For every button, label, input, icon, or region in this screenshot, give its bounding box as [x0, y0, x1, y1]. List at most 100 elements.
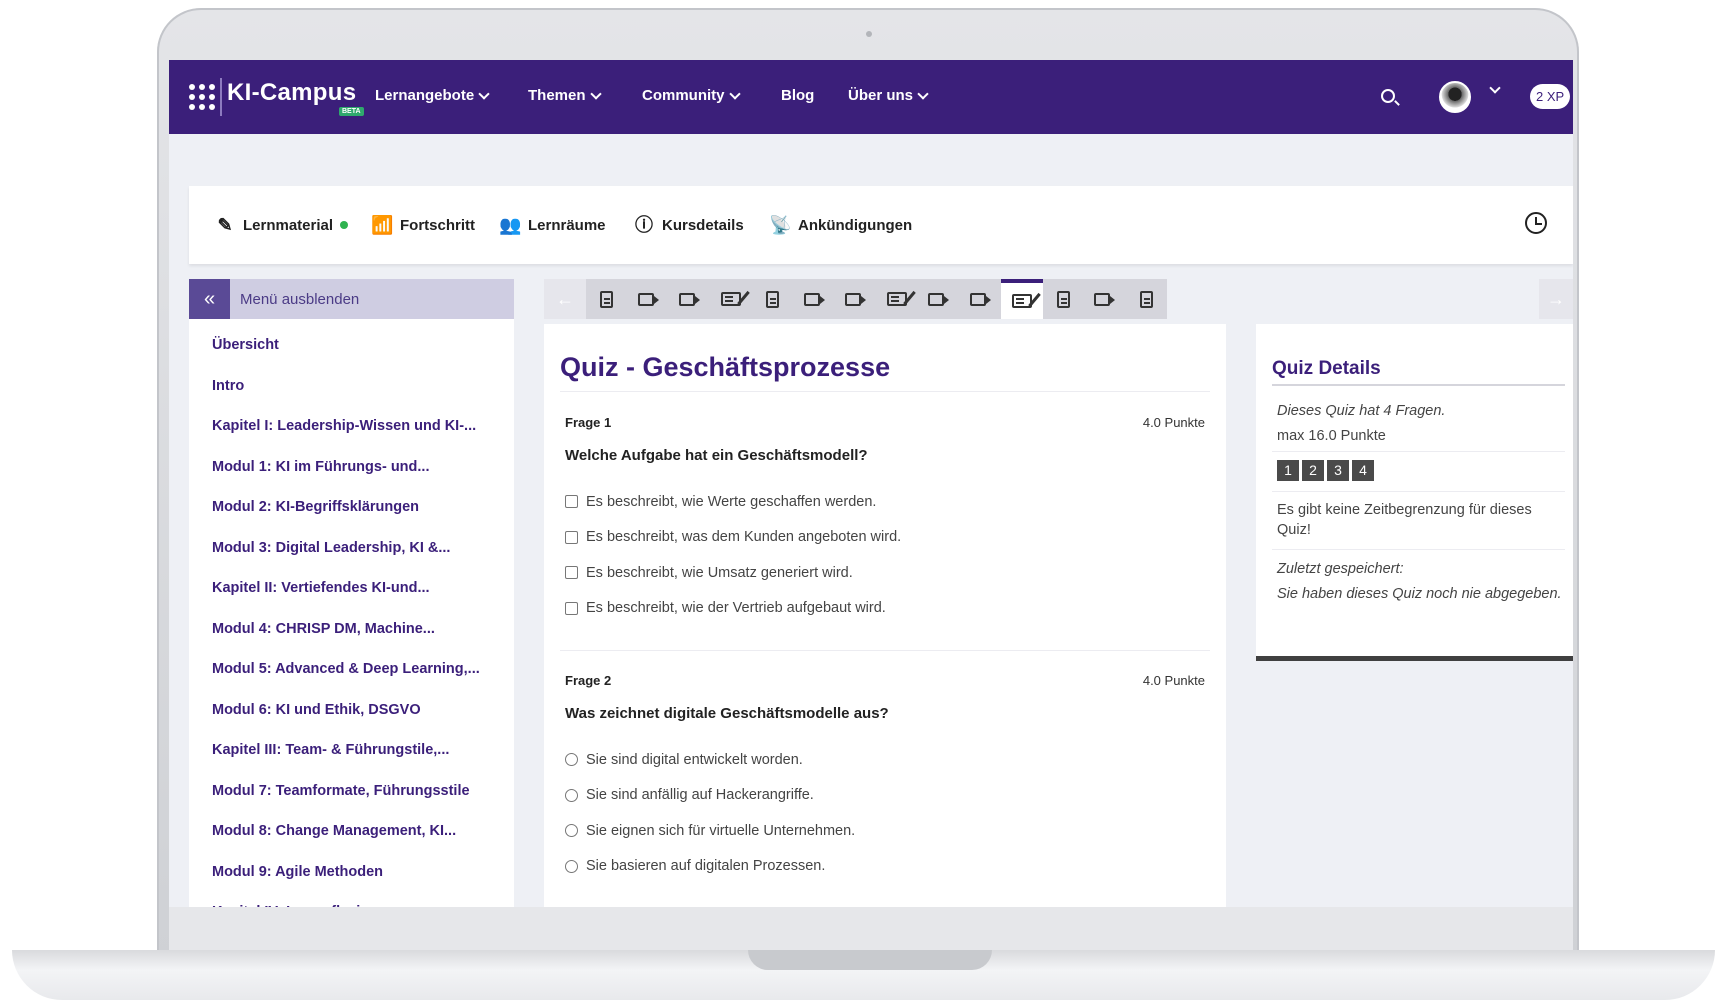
checkbox[interactable]: [565, 566, 578, 580]
site-logo[interactable]: KI-Campus: [227, 79, 356, 107]
tab-kursdetails[interactable]: ⓘ Kursdetails: [633, 214, 744, 236]
avatar[interactable]: [1439, 81, 1471, 113]
menu-list: Übersicht Intro Kapitel I: Leadership-Wi…: [189, 319, 514, 907]
checkbox[interactable]: [565, 495, 578, 509]
menu-item[interactable]: Modul 7: Teamformate, Führungsstile: [189, 771, 514, 812]
unit-item-quiz[interactable]: [876, 279, 918, 319]
nav-label: Blog: [781, 87, 815, 104]
last-saved-text: Sie haben dieses Quiz noch nie abgegeben…: [1277, 586, 1562, 602]
search-icon[interactable]: [1381, 89, 1395, 103]
beta-badge: BETA: [339, 107, 364, 116]
menu-item[interactable]: Modul 9: Agile Methoden: [189, 852, 514, 893]
arrow-left-icon[interactable]: ←: [544, 279, 586, 319]
unit-item-document[interactable]: [1125, 279, 1167, 319]
arrow-right-icon[interactable]: →: [1539, 279, 1573, 319]
checkbox[interactable]: [565, 601, 578, 615]
menu-item[interactable]: Modul 2: KI-Begriffsklärungen: [189, 487, 514, 528]
answer-option[interactable]: Sie sind digital entwickelt worden.: [565, 742, 1205, 778]
answer-option[interactable]: Es beschreibt, wie der Vertrieb aufgebau…: [565, 591, 1205, 627]
question-badge[interactable]: 4: [1352, 460, 1374, 481]
tab-label: Ankündigungen: [798, 216, 913, 234]
unit-item-document[interactable]: [1042, 279, 1084, 319]
radio-button[interactable]: [565, 788, 578, 802]
question-points: 4.0 Punkte: [1142, 673, 1205, 688]
unit-item-document[interactable]: [752, 279, 794, 319]
menu-item[interactable]: Kapitel I: Leadership-Wissen und KI-...: [189, 406, 514, 447]
tab-lernraeume[interactable]: 👥 Lernräume: [499, 214, 606, 236]
radio-button[interactable]: [565, 859, 578, 873]
quiz-details-panel: Quiz Details Dieses Quiz hat 4 Fragen. m…: [1256, 324, 1573, 661]
tab-ankuendigungen[interactable]: 📡 Ankündigungen: [769, 214, 912, 236]
document-icon: [1056, 290, 1070, 308]
question-count: Dieses Quiz hat 4 Fragen.: [1277, 403, 1446, 419]
menu-item[interactable]: Kapitel III: Team- & Führungstile,...: [189, 730, 514, 771]
question-text: Welche Aufgabe hat ein Geschäftsmodell?: [565, 447, 868, 464]
video-icon: [803, 292, 825, 306]
unit-item-video[interactable]: [959, 279, 1001, 319]
video-icon: [845, 292, 867, 306]
logo-divider: [220, 78, 222, 116]
checkbox[interactable]: [565, 530, 578, 544]
radio-button[interactable]: [565, 824, 578, 838]
question-badge[interactable]: 3: [1327, 460, 1349, 481]
nav-blog[interactable]: Blog: [781, 87, 814, 104]
nav-ueber-uns[interactable]: Über uns: [848, 87, 929, 104]
lectern-icon: ✎: [217, 215, 233, 235]
question-2: Frage 2 4.0 Punkte Was zeichnet digitale…: [565, 673, 1205, 884]
radio-button[interactable]: [565, 753, 578, 767]
answer-option[interactable]: Sie sind anfällig auf Hackerangriffe.: [565, 778, 1205, 814]
unit-item-document[interactable]: [586, 279, 628, 319]
nav-community[interactable]: Community: [642, 87, 741, 104]
unit-item-video[interactable]: [793, 279, 835, 319]
chevron-down-icon[interactable]: [1489, 82, 1501, 94]
divider: [560, 650, 1210, 651]
unit-item-quiz[interactable]: [710, 279, 752, 319]
nav-lernangebote[interactable]: Lernangebote: [375, 87, 490, 104]
menu-item[interactable]: Modul 8: Change Management, KI...: [189, 811, 514, 852]
answer-option[interactable]: Sie eignen sich für virtuelle Unternehme…: [565, 813, 1205, 849]
unit-item-video[interactable]: [918, 279, 960, 319]
unit-item-video[interactable]: [835, 279, 877, 319]
unit-item-video[interactable]: [669, 279, 711, 319]
tab-label: Lernräume: [528, 216, 606, 234]
video-icon: [679, 292, 701, 306]
quiz-icon: [1011, 294, 1032, 308]
nav-themen[interactable]: Themen: [528, 87, 602, 104]
answer-option[interactable]: Es beschreibt, wie Werte geschaffen werd…: [565, 484, 1205, 520]
unit-item-video[interactable]: [1084, 279, 1126, 319]
document-icon: [766, 290, 780, 308]
document-icon: [1139, 290, 1153, 308]
option-label: Es beschreibt, wie Werte geschaffen werd…: [586, 493, 877, 510]
xp-badge[interactable]: 2 XP: [1530, 84, 1571, 109]
question-badges: 1 2 3 4: [1277, 460, 1374, 481]
menu-item[interactable]: Übersicht: [189, 325, 514, 366]
menu-item[interactable]: Kapitel II: Vertiefendes KI-und...: [189, 568, 514, 609]
laptop-notch: [748, 950, 992, 970]
question-1: Frage 1 4.0 Punkte Welche Aufgabe hat ei…: [565, 415, 1205, 626]
answer-option[interactable]: Sie basieren auf digitalen Prozessen.: [565, 849, 1205, 885]
answer-option[interactable]: Es beschreibt, was dem Kunden angeboten …: [565, 520, 1205, 556]
unit-navigation: ← →: [544, 279, 1573, 319]
divider: [1272, 549, 1565, 550]
menu-item[interactable]: Modul 4: CHRISP DM, Machine...: [189, 609, 514, 650]
tab-fortschritt[interactable]: 📶 Fortschritt: [371, 214, 475, 236]
answer-option[interactable]: Es beschreibt, wie Umsatz generiert wird…: [565, 555, 1205, 591]
question-badge[interactable]: 1: [1277, 460, 1299, 481]
video-icon: [1094, 292, 1116, 306]
tab-lernmaterial[interactable]: ✎ Lernmaterial: [214, 214, 349, 236]
menu-item[interactable]: Intro: [189, 366, 514, 407]
question-badge[interactable]: 2: [1302, 460, 1324, 481]
menu-item[interactable]: Modul 1: KI im Führungs- und...: [189, 447, 514, 488]
unit-item-quiz[interactable]: [1001, 279, 1043, 319]
chevron-down-icon: [728, 87, 741, 100]
unit-item-video[interactable]: [627, 279, 669, 319]
alarm-clock-icon[interactable]: [1525, 212, 1547, 234]
tab-label: Kursdetails: [662, 216, 744, 234]
menu-item[interactable]: Modul 5: Advanced & Deep Learning,...: [189, 649, 514, 690]
menu-item[interactable]: Modul 6: KI und Ethik, DSGVO: [189, 690, 514, 731]
broadcast-icon: 📡: [769, 215, 792, 235]
menu-hide-button[interactable]: « Menü ausblenden: [189, 279, 514, 319]
menu-item[interactable]: Kapitel IV: Lernreflexion: [189, 892, 514, 907]
menu-item[interactable]: Modul 3: Digital Leadership, KI &...: [189, 528, 514, 569]
apps-grid-icon[interactable]: [189, 84, 215, 110]
